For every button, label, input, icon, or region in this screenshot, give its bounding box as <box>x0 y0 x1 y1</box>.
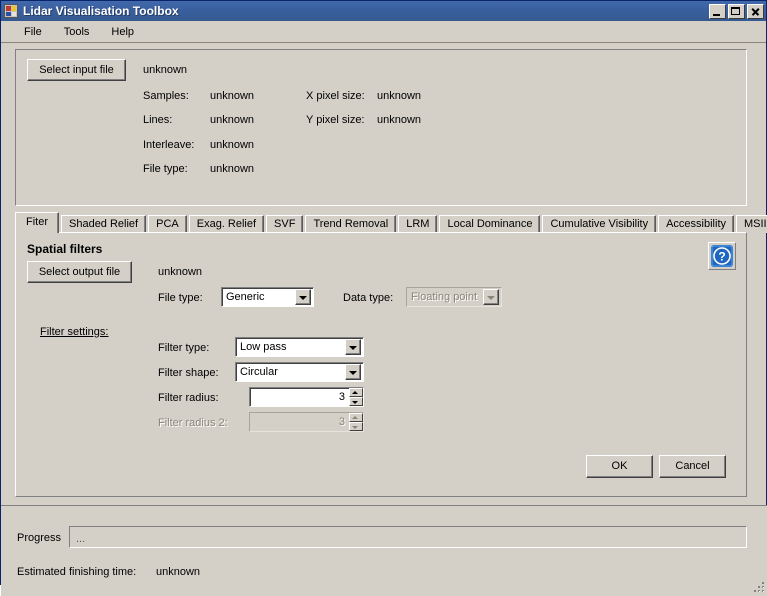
filter-shape-combo[interactable]: Circular <box>235 362 364 382</box>
tab-trend-removal[interactable]: Trend Removal <box>305 215 397 233</box>
progress-text: ... <box>76 533 86 545</box>
tab-strip: Fiter Shaded Relief PCA Exag. Relief SVF… <box>15 212 767 233</box>
spin-up-icon <box>349 413 363 422</box>
estimated-finishing-time-value: unknown <box>156 566 201 578</box>
select-output-file-button[interactable]: Select output file <box>27 261 132 283</box>
output-file-type-value: Generic <box>226 291 265 303</box>
filter-radius-2-spin-buttons <box>349 413 363 431</box>
title-bar[interactable]: Lidar Visualisation Toolbox <box>1 1 766 21</box>
filter-tab-page: Spatial filters ? Select output file unk… <box>15 232 747 497</box>
file-type-label: File type: <box>143 163 188 175</box>
window-controls <box>709 3 764 19</box>
tab-msii[interactable]: MSII <box>736 215 767 233</box>
close-button[interactable] <box>747 3 764 19</box>
tab-cumulative-visibility[interactable]: Cumulative Visibility <box>542 215 657 233</box>
chevron-down-icon[interactable] <box>295 289 311 305</box>
filter-radius-value: 3 <box>338 391 345 403</box>
status-area: Progress ... Estimated finishing time: u… <box>1 505 767 596</box>
input-file-name: unknown <box>143 64 188 76</box>
interleave-value: unknown <box>210 139 255 151</box>
filter-type-combo[interactable]: Low pass <box>235 337 364 357</box>
menu-bar: File Tools Help <box>1 21 766 43</box>
spin-down-icon[interactable] <box>349 397 363 406</box>
y-pixel-size-label: Y pixel size: <box>306 114 365 126</box>
tab-accessibility[interactable]: Accessibility <box>658 215 734 233</box>
samples-label: Samples: <box>143 90 189 102</box>
output-file-name: unknown <box>158 266 203 278</box>
progress-bar: ... <box>69 526 747 548</box>
lines-label: Lines: <box>143 114 173 126</box>
application-window: Lidar Visualisation Toolbox File Tools H… <box>0 0 767 596</box>
output-file-type-label: File type: <box>158 292 203 304</box>
x-pixel-size-label: X pixel size: <box>306 90 365 102</box>
tab-pca[interactable]: PCA <box>148 215 187 233</box>
interleave-label: Interleave: <box>143 139 195 151</box>
input-file-panel: Select input file unknown Samples: unkno… <box>15 49 747 206</box>
filter-settings-label: Filter settings: <box>40 326 109 338</box>
filter-radius-label: Filter radius: <box>158 392 219 404</box>
tab-svf[interactable]: SVF <box>266 215 304 233</box>
progress-label: Progress <box>17 532 62 544</box>
help-question-icon: ? <box>711 245 733 267</box>
tab-exag-relief[interactable]: Exag. Relief <box>188 215 265 233</box>
lines-value: unknown <box>210 114 255 126</box>
menu-item-help[interactable]: Help <box>100 24 145 40</box>
menu-item-file[interactable]: File <box>13 24 53 40</box>
file-type-value: unknown <box>210 163 255 175</box>
output-file-type-combo[interactable]: Generic <box>221 287 314 307</box>
filter-radius-spin-buttons[interactable] <box>349 388 363 406</box>
tab-lrm[interactable]: LRM <box>398 215 438 233</box>
client-area: Select input file unknown Samples: unkno… <box>1 43 767 596</box>
tab-shaded-relief[interactable]: Shaded Relief <box>61 215 147 233</box>
filter-radius-stepper[interactable]: 3 <box>249 387 364 407</box>
maximize-button[interactable] <box>728 3 745 19</box>
cancel-button[interactable]: Cancel <box>659 455 726 478</box>
estimated-finishing-time-label: Estimated finishing time: <box>17 566 137 578</box>
filter-type-value: Low pass <box>240 341 287 353</box>
filter-type-label: Filter type: <box>158 342 210 354</box>
filter-shape-value: Circular <box>240 366 278 378</box>
chevron-down-icon[interactable] <box>345 364 361 380</box>
window-title: Lidar Visualisation Toolbox <box>23 4 179 18</box>
x-pixel-size-value: unknown <box>377 90 422 102</box>
tab-local-dominance[interactable]: Local Dominance <box>439 215 541 233</box>
menu-item-tools[interactable]: Tools <box>53 24 101 40</box>
resize-grip[interactable] <box>752 580 766 594</box>
chevron-down-icon <box>483 289 499 305</box>
data-type-combo: Floating point <box>406 287 502 307</box>
data-type-label: Data type: <box>343 292 394 304</box>
app-window-icon <box>4 4 18 18</box>
spin-up-icon[interactable] <box>349 388 363 397</box>
tab-fiter[interactable]: Fiter <box>15 212 59 233</box>
select-input-file-button[interactable]: Select input file <box>27 59 126 81</box>
data-type-value: Floating point <box>411 291 478 303</box>
filter-radius-2-stepper: 3 <box>249 412 364 432</box>
samples-value: unknown <box>210 90 255 102</box>
filter-shape-label: Filter shape: <box>158 367 219 379</box>
chevron-down-icon[interactable] <box>345 339 361 355</box>
y-pixel-size-value: unknown <box>377 114 422 126</box>
ok-button[interactable]: OK <box>586 455 653 478</box>
spatial-filters-heading: Spatial filters <box>27 242 103 256</box>
help-button[interactable]: ? <box>708 242 736 270</box>
filter-radius-2-label: Filter radius 2: <box>158 417 228 429</box>
filter-radius-2-value: 3 <box>338 416 345 428</box>
svg-text:?: ? <box>718 250 725 264</box>
minimize-button[interactable] <box>709 3 726 19</box>
spin-down-icon <box>349 422 363 431</box>
